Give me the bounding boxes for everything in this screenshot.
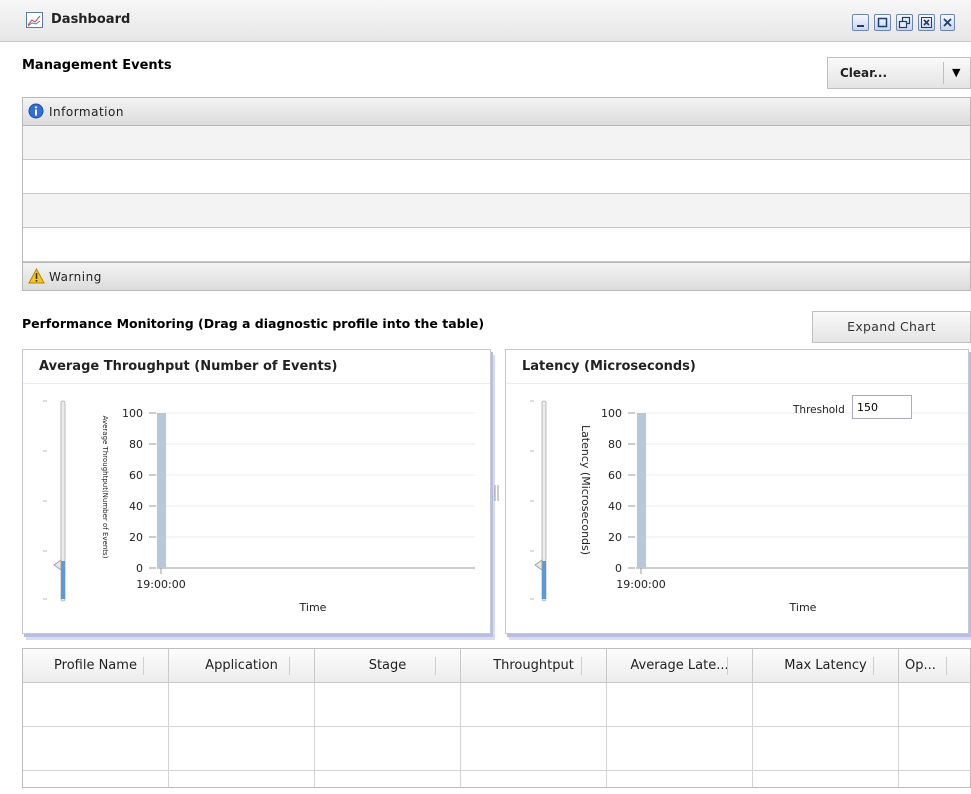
y-tick: 60 [129,469,143,482]
table-cell[interactable] [169,683,315,727]
table-cell[interactable] [169,771,315,787]
column-header[interactable]: Op... [899,649,970,683]
column-header-label: Op... [905,658,936,673]
table-cell[interactable] [899,727,970,771]
column-header[interactable]: Throughtput [461,649,607,683]
column-header[interactable]: Stage [315,649,461,683]
close-icon[interactable] [940,14,955,31]
latency-bar [637,413,646,568]
column-header-label: Profile Name [54,658,137,673]
panel-splitter-handle[interactable] [493,483,501,503]
information-group-header[interactable]: Information [22,97,971,126]
information-label: Information [49,105,124,119]
table-cell[interactable] [169,727,315,771]
list-item[interactable] [23,228,970,262]
minimize-icon[interactable] [852,14,869,31]
table-cell[interactable] [607,771,753,787]
column-header[interactable]: Average Late... [607,649,753,683]
column-header-label: Throughtput [493,658,574,673]
clear-dropdown-value: Clear... [840,66,888,80]
slider-handle-icon [53,559,62,571]
table-cell[interactable] [461,771,607,787]
throughput-panel-title: Average Throughput (Number of Events) [39,359,338,374]
y-tick: 20 [129,531,143,544]
table-cell[interactable] [315,727,461,771]
column-header[interactable]: Profile Name [23,649,169,683]
warning-group-header[interactable]: Warning [22,262,971,291]
column-header[interactable]: Application [169,649,315,683]
column-header-label: Application [205,658,278,673]
table-cell[interactable] [23,771,169,787]
x-tick: 19:00:00 [616,578,665,591]
warning-label: Warning [49,270,102,284]
y-tick: 40 [129,500,143,513]
window-title-bar: Dashboard [0,0,971,42]
close-panel-icon[interactable] [918,14,935,31]
warning-icon [28,267,45,287]
performance-table: Profile Name Application Stage Throughtp… [22,648,971,788]
performance-monitoring-title: Performance Monitoring (Drag a diagnosti… [22,316,485,331]
table-cell[interactable] [461,727,607,771]
table-cell[interactable] [899,771,970,787]
y-tick: 40 [608,500,622,513]
y-tick: 60 [608,469,622,482]
table-cell[interactable] [607,683,753,727]
y-tick: 100 [122,407,143,420]
table-cell[interactable] [315,683,461,727]
clear-dropdown[interactable]: Clear... ▼ [827,57,971,89]
table-cell[interactable] [23,727,169,771]
management-events-title: Management Events [22,58,172,73]
throughput-bar [157,413,166,568]
latency-panel-header: Latency (Microseconds) [506,350,968,384]
throughput-chart-panel: Average Throughput (Number of Events) 10… [22,349,491,634]
list-item[interactable] [23,160,970,194]
y-tick: 20 [608,531,622,544]
table-cell[interactable] [753,683,899,727]
x-axis-label: Time [789,601,817,614]
time-range-slider[interactable] [530,400,547,602]
y-tick: 80 [129,438,143,451]
y-tick: 0 [136,562,143,575]
x-tick: 19:00:00 [136,578,185,591]
latency-chart: 100 80 60 40 20 0 19:00:00 Time Latency … [530,400,968,614]
window-title: Dashboard [51,12,131,27]
y-tick: 0 [615,562,622,575]
y-axis-label: Average Throughtput(Number of Events) [101,416,109,559]
table-cell[interactable] [607,727,753,771]
threshold-label: Threshold [792,404,845,416]
dashboard-icon [26,12,43,28]
information-events-list [22,126,971,262]
throughput-panel-header: Average Throughput (Number of Events) [23,350,490,384]
column-header-label: Max Latency [784,658,867,673]
x-axis-label: Time [299,601,327,614]
latency-chart-panel: Latency (Microseconds) 100 80 60 40 20 0… [505,349,969,634]
slider-handle-icon [534,559,543,571]
restore-icon[interactable] [896,14,913,31]
throughput-chart: 100 80 60 40 20 0 19:00:00 Time Average … [43,400,475,614]
y-axis-label: Latency (Microseconds) [579,425,592,555]
column-header-label: Average Late... [630,658,729,673]
table-cell[interactable] [753,771,899,787]
info-icon [28,103,44,122]
column-header[interactable]: Max Latency [753,649,899,683]
table-cell[interactable] [899,683,970,727]
maximize-icon[interactable] [874,14,891,31]
time-range-slider[interactable] [43,400,66,602]
dropdown-arrow-icon[interactable]: ▼ [952,66,960,79]
list-item[interactable] [23,194,970,228]
dropdown-divider [943,62,944,84]
table-cell[interactable] [753,727,899,771]
y-tick: 100 [601,407,622,420]
table-cell[interactable] [461,683,607,727]
column-header-label: Stage [368,658,407,673]
y-tick: 80 [608,438,622,451]
table-cell[interactable] [315,771,461,787]
table-cell[interactable] [23,683,169,727]
list-item[interactable] [23,126,970,160]
threshold-input[interactable] [852,395,912,419]
latency-panel-title: Latency (Microseconds) [522,359,696,374]
expand-chart-button[interactable]: Expand Chart [812,311,971,343]
